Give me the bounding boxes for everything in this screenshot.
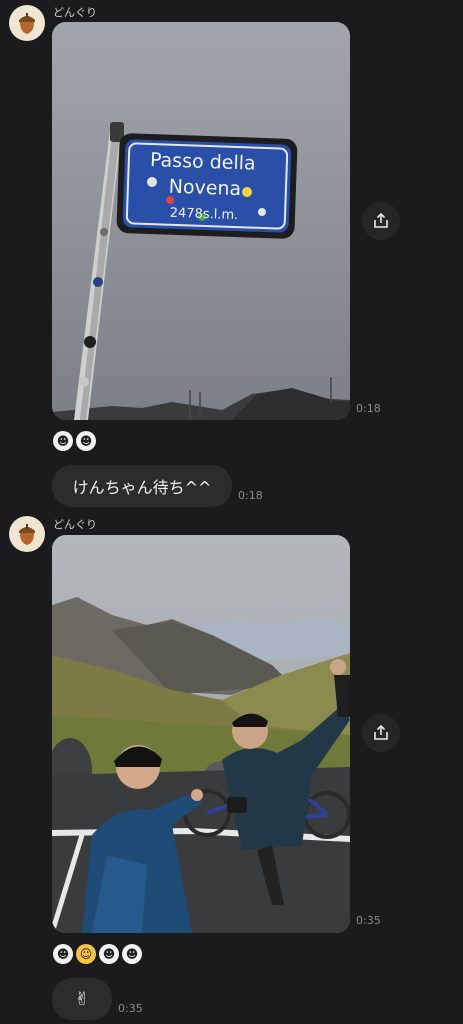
share-button[interactable]	[362, 202, 400, 240]
text-message-bubble[interactable]: ✌	[52, 978, 112, 1020]
message-text: けんちゃん待ち^^	[72, 478, 212, 497]
sign-line-1: Passo della	[150, 149, 256, 175]
share-button[interactable]	[362, 714, 400, 752]
sticker-cat-icon[interactable]: ☺	[76, 944, 96, 964]
text-timestamp: 0:18	[238, 489, 263, 502]
acorn-icon	[19, 13, 35, 34]
photo-timestamp: 0:18	[356, 402, 381, 415]
sticker-face-icon[interactable]: ☻	[99, 944, 119, 964]
acorn-icon	[19, 524, 35, 545]
sign-line-3: 2478s.l.m.	[170, 206, 239, 223]
sender-name: どんぐり	[53, 518, 97, 531]
selfie-on-pass-photo	[52, 535, 350, 933]
sticker-face-icon[interactable]: ☻	[53, 944, 73, 964]
photo-timestamp: 0:35	[356, 914, 381, 927]
sticker-face-icon[interactable]: ☻	[76, 431, 96, 451]
reaction-row: ☻ ☻	[53, 430, 99, 451]
photo-message[interactable]	[52, 535, 350, 933]
sticker-face-icon[interactable]: ☻	[53, 431, 73, 451]
reaction-row: ☻ ☺ ☻ ☻	[53, 943, 145, 964]
text-timestamp: 0:35	[118, 1002, 143, 1015]
share-icon	[374, 724, 388, 740]
message-text: ✌	[74, 988, 90, 1010]
sign-line-2: Novena	[168, 176, 241, 201]
share-icon	[374, 212, 388, 228]
text-message-bubble[interactable]: けんちゃん待ち^^	[52, 465, 232, 507]
mountain-pass-sign-photo: Passo della Novena 2478s.l.m.	[52, 22, 350, 420]
sender-avatar[interactable]	[9, 5, 45, 41]
sender-avatar[interactable]	[9, 516, 45, 552]
sender-name: どんぐり	[53, 6, 97, 19]
photo-message[interactable]: Passo della Novena 2478s.l.m.	[52, 22, 350, 420]
sticker-face-icon[interactable]: ☻	[122, 944, 142, 964]
